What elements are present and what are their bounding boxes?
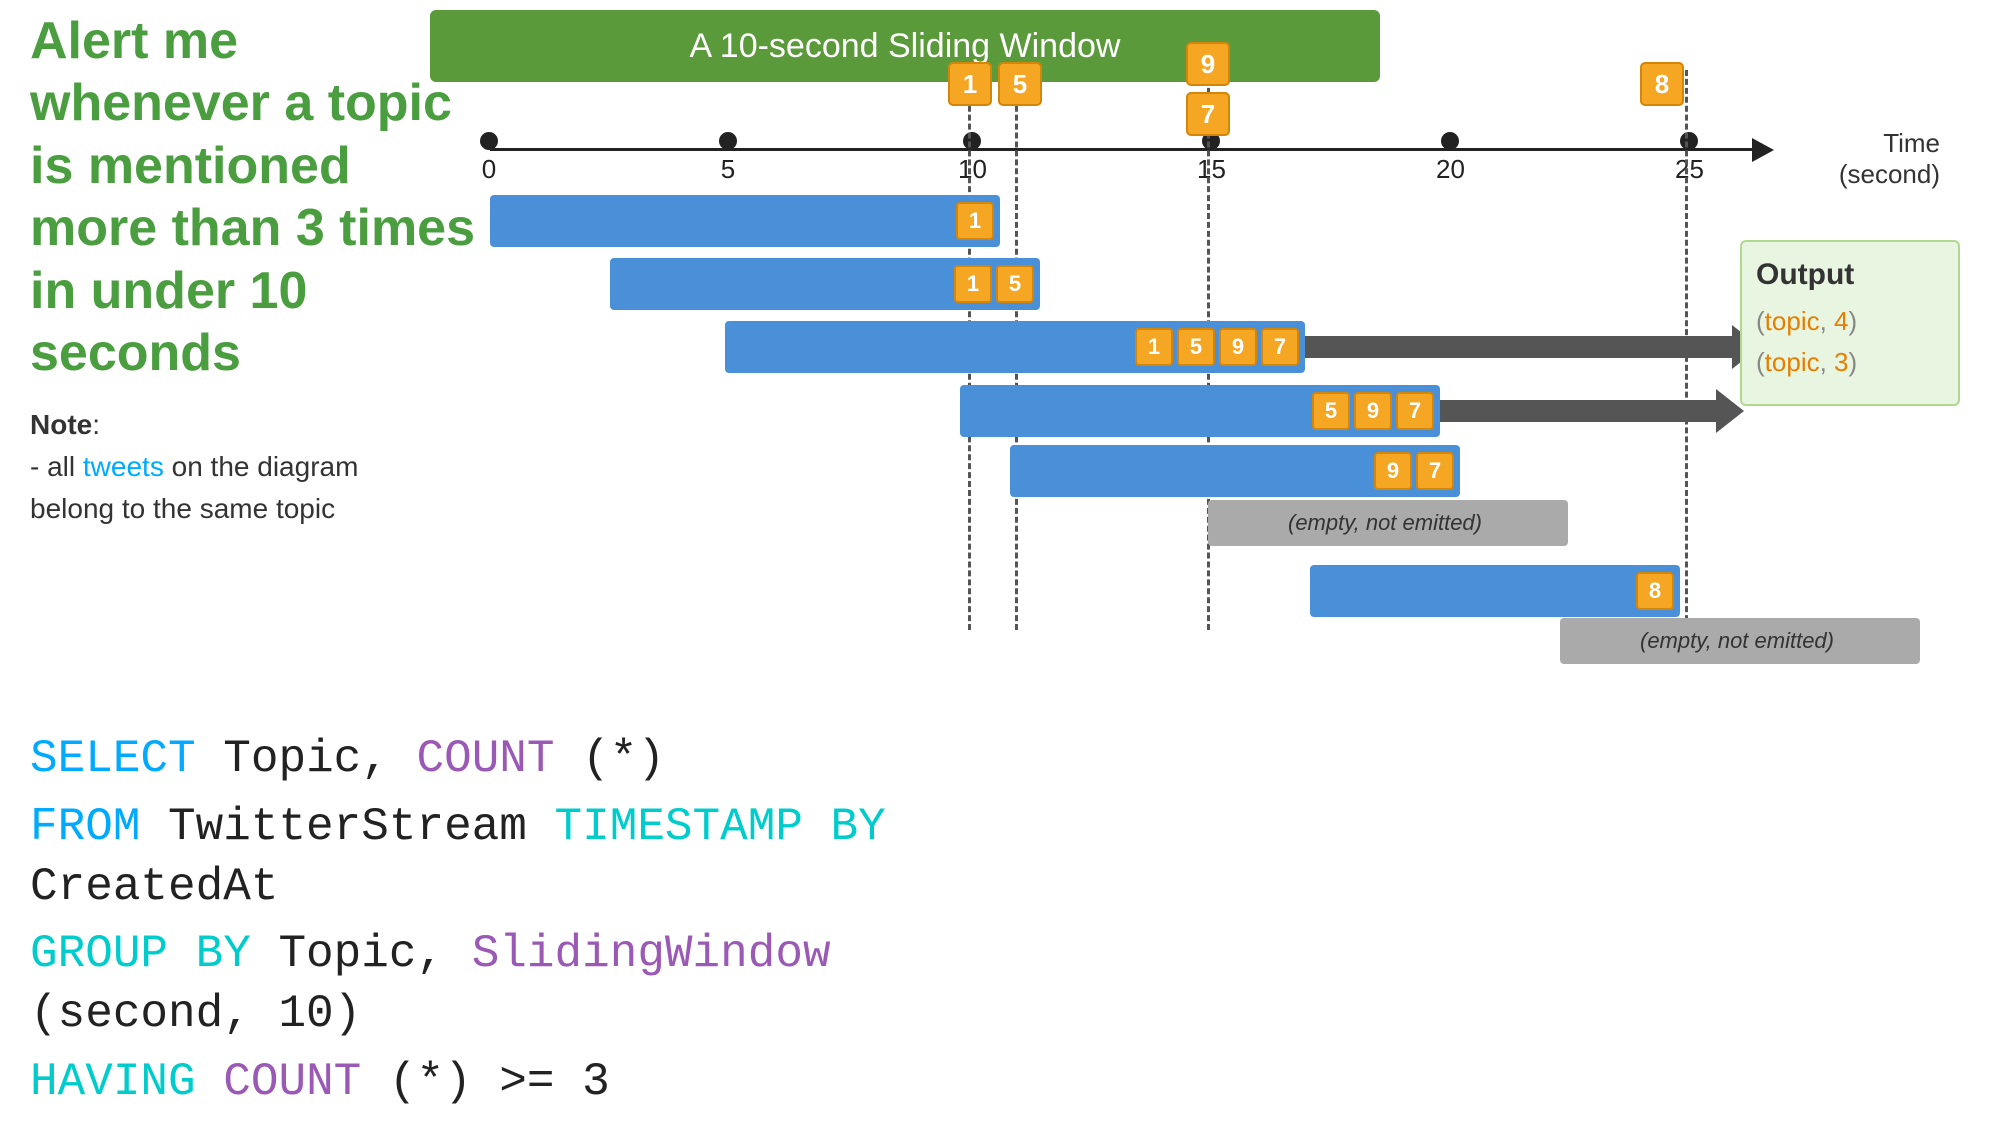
left-panel: Alert me whenever a topic is mentioned m…: [30, 10, 490, 530]
timeline-arrow: [1752, 138, 1774, 162]
sql-line-4: HAVING COUNT (*) >= 3: [30, 1053, 1030, 1113]
bar-badge-7c: 7: [1261, 328, 1299, 366]
sql-window-params: (second, 10): [30, 988, 361, 1040]
bar-badge-5d: 5: [1312, 392, 1350, 430]
output-topic-2: topic: [1765, 347, 1820, 377]
bar-badge-7e: 7: [1416, 452, 1454, 490]
bar-badge-8f: 8: [1636, 572, 1674, 610]
tick-15: 15: [1197, 130, 1226, 185]
event-badge-7-top: 7: [1186, 92, 1230, 136]
empty-bar-1: (empty, not emitted): [1208, 500, 1568, 546]
bar-badge-1b: 1: [954, 265, 992, 303]
output-count-2: 3: [1834, 347, 1848, 377]
window-bar-1: 1: [490, 195, 1000, 247]
diagram-title: A 10-second Sliding Window: [690, 27, 1121, 66]
output-count-1: 4: [1834, 306, 1848, 336]
kw-slidingwindow: SlidingWindow: [472, 928, 831, 980]
empty-label-1: (empty, not emitted): [1288, 510, 1482, 536]
tick-20: 20: [1436, 130, 1465, 185]
note-line3: belong to the same topic: [30, 493, 335, 524]
window-bar-3-ext: [1305, 336, 1735, 358]
kw-timestamp: TIMESTAMP BY: [555, 801, 886, 853]
note-label: Note: [30, 409, 92, 440]
tick-25: 25: [1675, 130, 1704, 185]
empty-bar-2: (empty, not emitted): [1560, 618, 1920, 664]
bar-badge-9c: 9: [1219, 328, 1257, 366]
note-line1: - all: [30, 451, 83, 482]
kw-count-1: COUNT: [416, 733, 554, 785]
sql-section: SELECT Topic, COUNT (*) FROM TwitterStre…: [30, 730, 1030, 1121]
output-title: Output: [1756, 258, 1944, 292]
kw-count-2: COUNT: [223, 1056, 361, 1108]
event-badge-1-top: 1: [948, 62, 992, 106]
bar-badge-7d: 7: [1396, 392, 1434, 430]
timeline-container: 0 5 10 15 20 25: [430, 130, 1830, 170]
note-line2: on the diagram: [164, 451, 359, 482]
bar-badge-9e: 9: [1374, 452, 1412, 490]
sql-line-1: SELECT Topic, COUNT (*): [30, 730, 1030, 790]
time-label: Time (second): [1839, 128, 1940, 190]
kw-select: SELECT: [30, 733, 196, 785]
window-bar-4-ext: [1440, 400, 1720, 422]
alert-text: Alert me whenever a topic is mentioned m…: [30, 10, 490, 384]
bar-badge-1a: 1: [956, 202, 994, 240]
window-bar-3: 1 5 9 7: [725, 321, 1305, 373]
tick-label-20: 20: [1436, 154, 1465, 185]
tick-label-10: 10: [958, 154, 987, 185]
output-panel: Output (topic, 4) (topic, 3): [1740, 240, 1960, 406]
tick-label-25: 25: [1675, 154, 1704, 185]
tick-5: 5: [719, 130, 737, 185]
diagram-area: A 10-second Sliding Window Time (second)…: [430, 10, 1960, 690]
output-topic-1: topic: [1765, 306, 1820, 336]
tick-dot-0: [480, 132, 498, 150]
tick-0: 0: [480, 130, 498, 185]
title-bar: A 10-second Sliding Window: [430, 10, 1380, 82]
sql-having-rest: (*) >= 3: [389, 1056, 610, 1108]
tick-10: 10: [958, 130, 987, 185]
tick-label-15: 15: [1197, 154, 1226, 185]
tick-dot-25: [1680, 132, 1698, 150]
tick-dot-20: [1441, 132, 1459, 150]
sql-paren-1: (*): [582, 733, 665, 785]
output-item-1: (topic, 4): [1756, 306, 1944, 337]
event-badge-8-top: 8: [1640, 62, 1684, 106]
bar-badge-5c: 5: [1177, 328, 1215, 366]
tweets-word: tweets: [83, 451, 164, 482]
window-bar-4: 5 9 7: [960, 385, 1440, 437]
bar-badge-5b: 5: [996, 265, 1034, 303]
bar-badge-1c: 1: [1135, 328, 1173, 366]
event-badge-5-top: 5: [998, 62, 1042, 106]
event-badge-9-top: 9: [1186, 42, 1230, 86]
timeline-line: [490, 148, 1770, 151]
sql-createdat: CreatedAt: [30, 861, 278, 913]
kw-having: HAVING: [30, 1056, 196, 1108]
window-bar-2: 1 5: [610, 258, 1040, 310]
note-section: Note: - all tweets on the diagram belong…: [30, 404, 490, 530]
tick-label-0: 0: [482, 154, 496, 185]
kw-groupby: GROUP BY: [30, 928, 251, 980]
tick-label-5: 5: [721, 154, 735, 185]
sql-stream: TwitterStream: [168, 801, 554, 853]
empty-label-2: (empty, not emitted): [1640, 628, 1834, 654]
window-bar-6: 8: [1310, 565, 1680, 617]
bar-badge-9d: 9: [1354, 392, 1392, 430]
sql-topic-2: Topic,: [278, 928, 471, 980]
window-bar-5: 9 7: [1010, 445, 1460, 497]
kw-from: FROM: [30, 801, 140, 853]
tick-dot-10: [963, 132, 981, 150]
sql-line-2: FROM TwitterStream TIMESTAMP BY CreatedA…: [30, 798, 1030, 918]
sql-line-3: GROUP BY Topic, SlidingWindow (second, 1…: [30, 925, 1030, 1045]
output-item-2: (topic, 3): [1756, 347, 1944, 378]
sql-topic-1: Topic,: [223, 733, 416, 785]
tick-dot-5: [719, 132, 737, 150]
